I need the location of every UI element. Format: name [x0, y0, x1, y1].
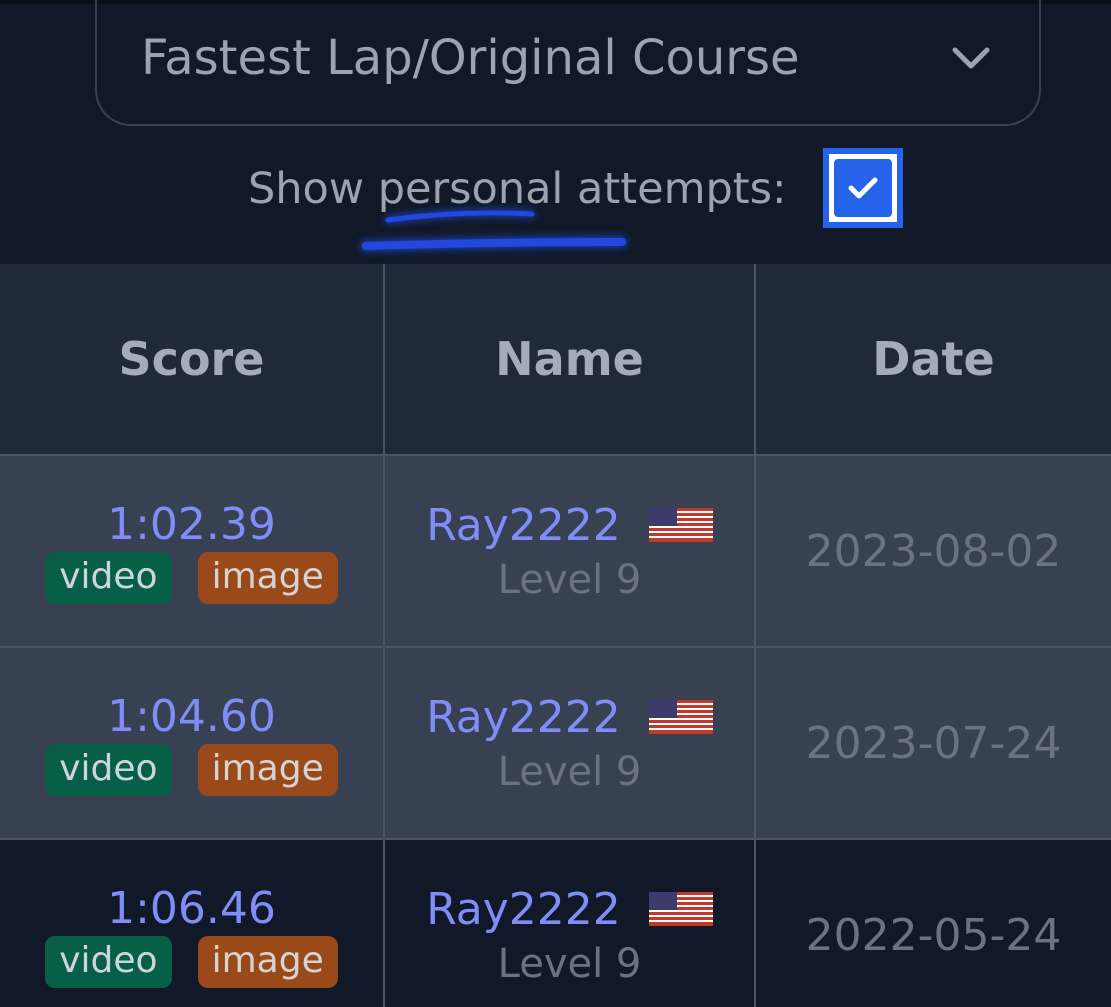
table-header-row: Score Name Date	[0, 264, 1111, 456]
date-cell: 2022-05-24	[754, 838, 1111, 1007]
proof-tags: video image	[0, 551, 383, 604]
score-link[interactable]: 1:02.39	[0, 499, 383, 550]
player-line: Ray2222	[385, 500, 754, 551]
score-link[interactable]: 1:04.60	[0, 691, 383, 742]
player-link[interactable]: Ray2222	[426, 692, 621, 743]
checkbox-fill	[834, 159, 892, 217]
us-flag-icon	[648, 892, 713, 926]
personal-attempts-checkbox[interactable]	[823, 148, 903, 228]
date-column-header[interactable]: Date	[754, 264, 1111, 456]
player-level: Level 9	[497, 556, 642, 603]
table-row: 1:04.60 video image Ray2222 Level 9 2023…	[0, 646, 1111, 840]
video-tag[interactable]: video	[45, 743, 172, 796]
player-level: Level 9	[497, 748, 642, 795]
category-select-value: Fastest Lap/Original Course	[141, 30, 800, 86]
player-link[interactable]: Ray2222	[426, 500, 621, 551]
player-line: Ray2222	[385, 692, 754, 743]
score-cell: 1:02.39 video image	[0, 454, 385, 648]
table-row: 1:02.39 video image Ray2222 Level 9 2023…	[0, 454, 1111, 648]
leaderboard-page: Fastest Lap/Original Course Show persona…	[0, 0, 1111, 1007]
image-tag[interactable]: image	[197, 551, 338, 604]
score-cell: 1:06.46 video image	[0, 838, 385, 1007]
video-tag[interactable]: video	[45, 935, 172, 988]
date-cell: 2023-08-02	[754, 454, 1111, 648]
player-line: Ray2222	[385, 884, 754, 935]
name-cell: Ray2222 Level 9	[383, 646, 756, 840]
player-link[interactable]: Ray2222	[426, 884, 621, 935]
player-level: Level 9	[497, 940, 642, 987]
image-tag[interactable]: image	[197, 935, 338, 988]
score-link[interactable]: 1:06.46	[0, 883, 383, 934]
proof-tags: video image	[0, 935, 383, 988]
score-cell: 1:04.60 video image	[0, 646, 385, 840]
category-select[interactable]: Fastest Lap/Original Course	[95, 0, 1041, 126]
highlight-scribble	[360, 208, 628, 252]
score-column-header[interactable]: Score	[0, 264, 385, 456]
image-tag[interactable]: image	[197, 743, 338, 796]
check-icon	[848, 177, 878, 199]
date-text: 2022-05-24	[805, 909, 1062, 961]
chevron-down-icon	[952, 47, 990, 69]
name-cell: Ray2222 Level 9	[383, 838, 756, 1007]
us-flag-icon	[648, 700, 713, 734]
date-text: 2023-08-02	[805, 525, 1062, 577]
proof-tags: video image	[0, 743, 383, 796]
table-row: 1:06.46 video image Ray2222 Level 9 2022…	[0, 838, 1111, 1007]
name-column-header[interactable]: Name	[383, 264, 756, 456]
video-tag[interactable]: video	[45, 551, 172, 604]
date-text: 2023-07-24	[805, 717, 1062, 769]
us-flag-icon	[648, 508, 713, 542]
date-cell: 2023-07-24	[754, 646, 1111, 840]
name-cell: Ray2222 Level 9	[383, 454, 756, 648]
leaderboard-table: Score Name Date 1:02.39 video image Ray2…	[0, 264, 1111, 1007]
